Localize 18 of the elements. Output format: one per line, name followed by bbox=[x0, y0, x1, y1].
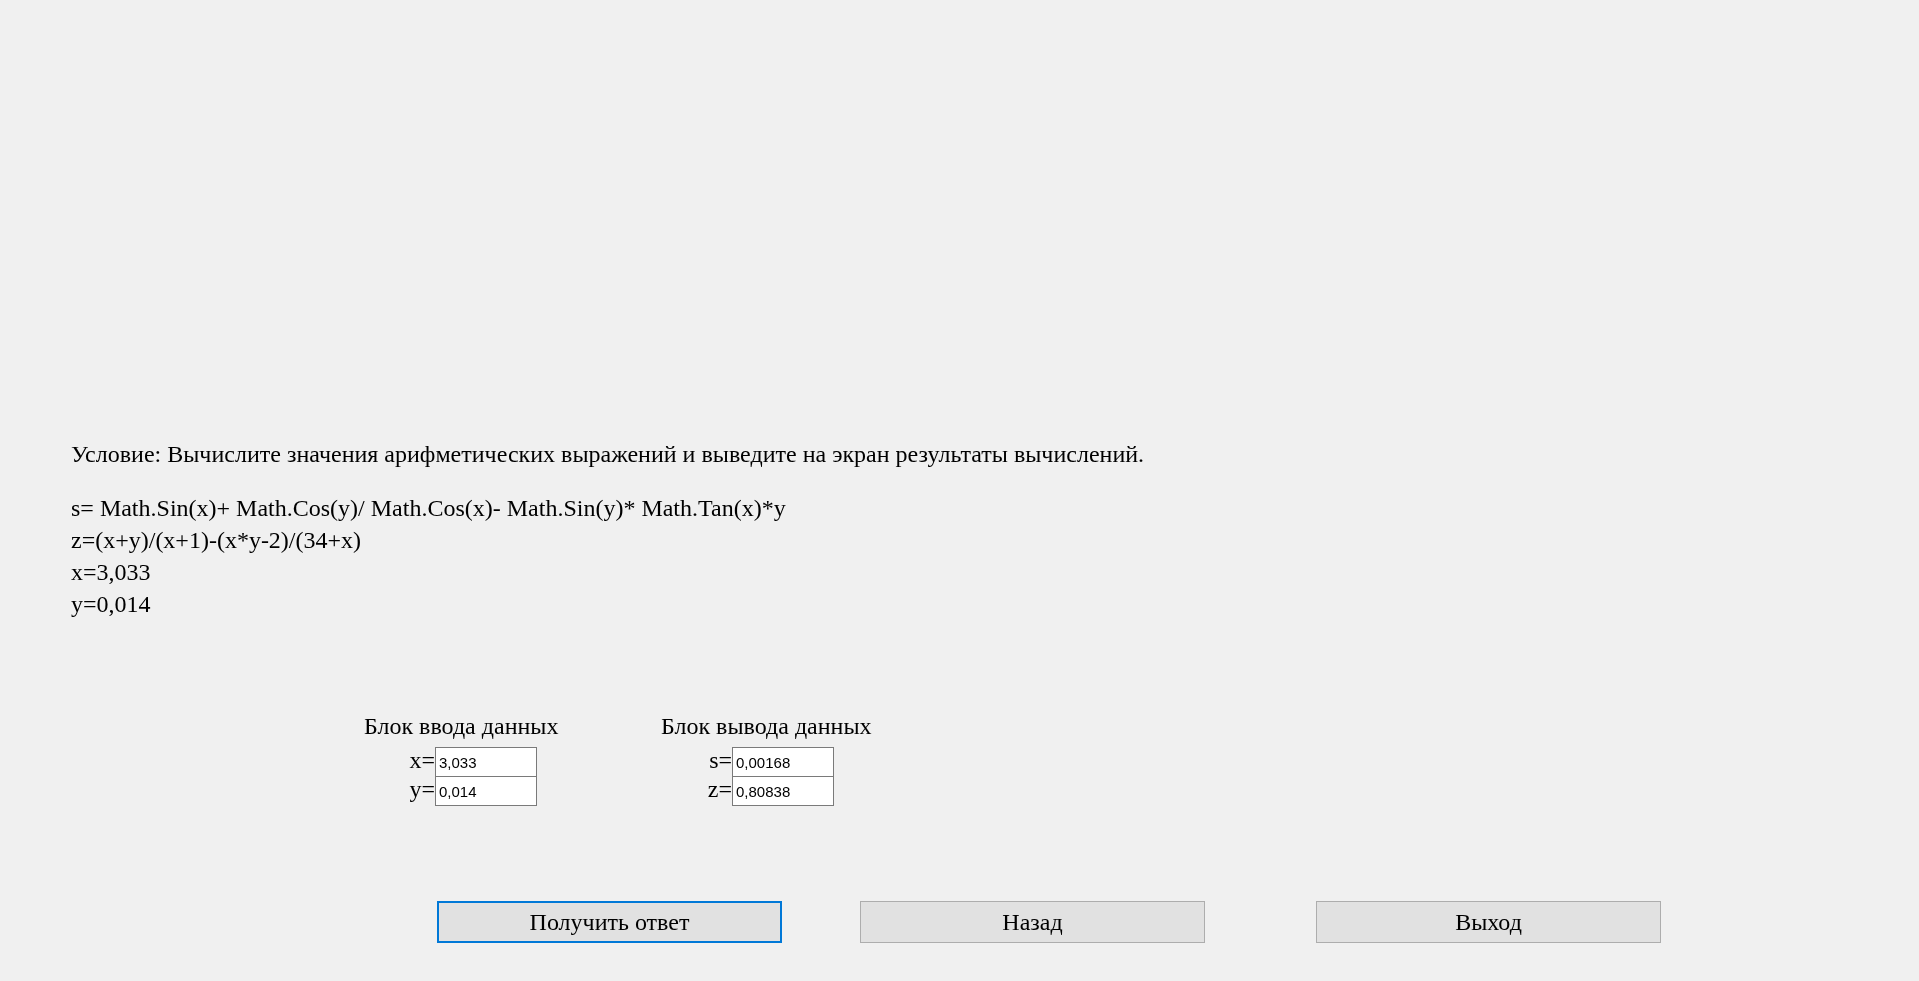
input-field[interactable]: 0,014 bbox=[435, 776, 537, 806]
action-button[interactable]: Назад bbox=[860, 901, 1205, 943]
field-label: s= bbox=[708, 747, 732, 773]
condition-text: Условие: Вычислите значения арифметических выражений и выведите на экран результаты вычислений. bbox=[71, 440, 1146, 469]
field-label: x= bbox=[408, 747, 435, 773]
formula-line: s= Math.Sin(x)+ Math.Cos(y)/ Math.Cos(x)- Math.Sin(y)* Math.Tan(x)*y bbox=[71, 494, 786, 523]
block-title: Блок ввода данных bbox=[364, 712, 559, 741]
block-title: Блок вывода данных bbox=[661, 712, 872, 741]
formula-line: z=(x+y)/(x+1)-(x*y-2)/(34+x) bbox=[71, 526, 362, 555]
input-field[interactable]: 0,00168 bbox=[732, 747, 834, 777]
action-button[interactable]: Получить ответ bbox=[437, 901, 782, 943]
action-button[interactable]: Выход bbox=[1316, 901, 1661, 943]
formula-line: x=3,033 bbox=[71, 558, 151, 587]
field-label: z= bbox=[706, 776, 732, 802]
field-label: y= bbox=[408, 776, 435, 802]
formula-line: y=0,014 bbox=[71, 590, 151, 619]
input-field[interactable]: 3,033 bbox=[435, 747, 537, 777]
input-field[interactable]: 0,80838 bbox=[732, 776, 834, 806]
